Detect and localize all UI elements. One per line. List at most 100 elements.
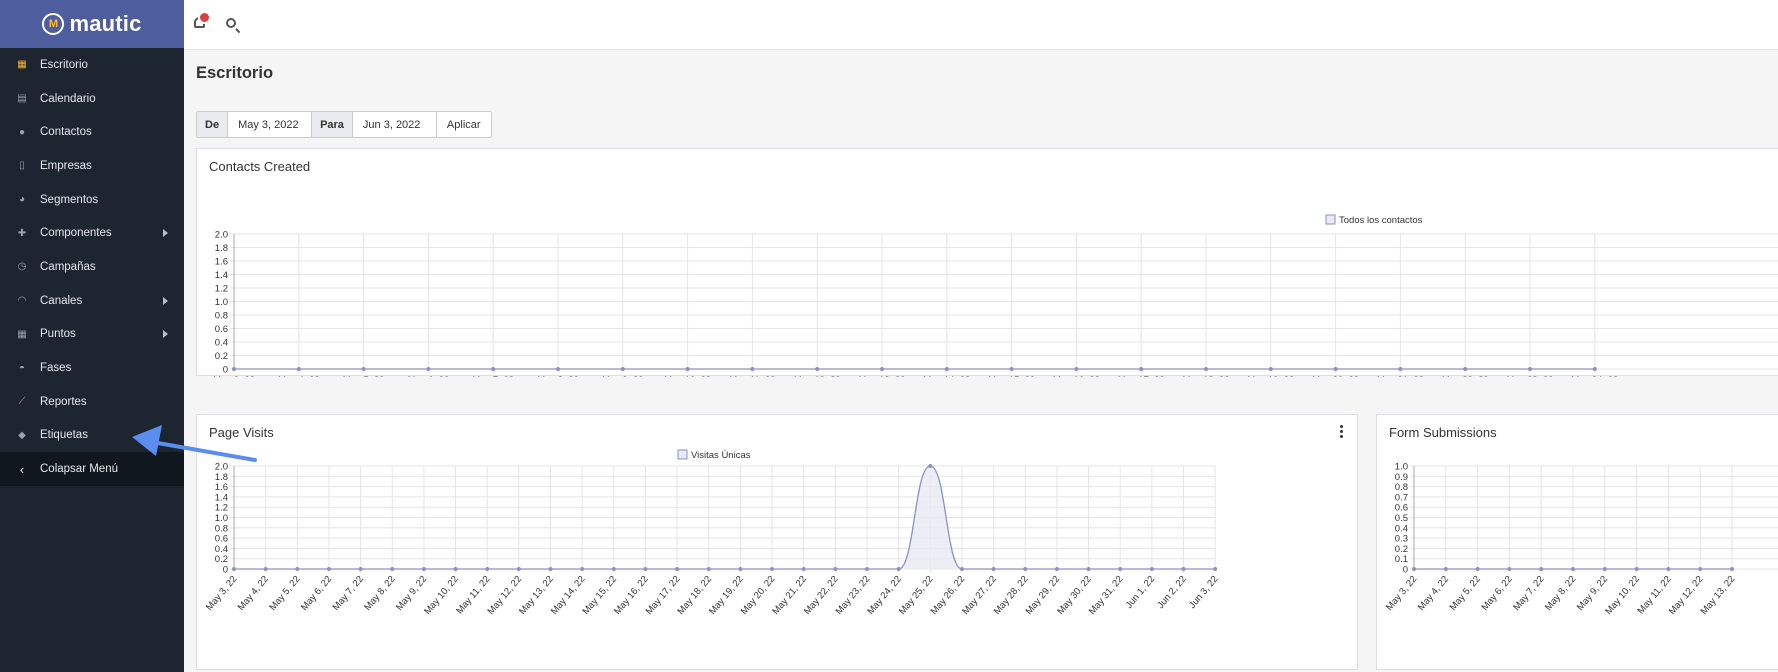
- sidebar-item-calendario[interactable]: ▤ Calendario: [0, 82, 184, 116]
- x-tick-label: May 3, 22: [204, 574, 239, 613]
- x-tick-label: May 17, 22: [1118, 375, 1165, 377]
- x-tick-label: May 5, 22: [343, 375, 385, 377]
- sidebar-item-componentes[interactable]: ✚ Componentes: [0, 216, 184, 250]
- y-tick-label: 0.6: [1395, 503, 1408, 514]
- data-point: [880, 367, 884, 371]
- apply-button[interactable]: Aplicar: [437, 112, 491, 137]
- data-point: [295, 567, 300, 571]
- x-tick-label: May 16, 22: [1053, 375, 1100, 377]
- y-tick-label: 0.8: [1395, 482, 1408, 493]
- x-tick-label: May 6, 22: [299, 574, 334, 613]
- y-tick-label: 2.0: [215, 230, 228, 241]
- x-tick-label: May 12, 22: [794, 375, 841, 377]
- y-tick-label: 0.2: [215, 554, 228, 565]
- contacts-created-chart: Todos los contactos 0 0.2 0.4 0.6 0.8 1.0 1.2 1.…: [213, 214, 1778, 377]
- y-tick-label: 0.9: [1395, 472, 1408, 483]
- data-point: [491, 367, 496, 371]
- sidebar-item-fases[interactable]: ◓ Fases: [0, 351, 184, 385]
- calculator-icon: ▦: [17, 328, 27, 340]
- date-to-input[interactable]: Jun 3, 2022: [353, 112, 437, 137]
- x-tick-label: May 3, 22: [213, 375, 255, 377]
- x-tick-label: May 23, 22: [1507, 375, 1554, 377]
- x-tick-label: May 8, 22: [1543, 574, 1578, 613]
- date-from-input[interactable]: May 3, 2022: [228, 112, 313, 137]
- y-tick-label: 0.4: [215, 544, 228, 555]
- notifications-button[interactable]: [194, 11, 211, 31]
- sidebar-item-reportes[interactable]: ⟋ Reportes: [0, 385, 184, 419]
- x-tick-label: May 7, 22: [331, 574, 366, 613]
- data-point: [896, 567, 901, 571]
- collapse-menu-button[interactable]: ‹ Colapsar Menú: [0, 452, 184, 486]
- y-tick-label: 0.6: [215, 324, 228, 335]
- data-point: [1602, 567, 1607, 571]
- calendar-icon: ▤: [17, 93, 27, 105]
- x-tick-label: May 13, 22: [859, 375, 906, 377]
- data-point: [1009, 367, 1014, 371]
- data-point: [485, 567, 490, 571]
- data-point: [232, 567, 236, 571]
- sidebar-item-etiquetas[interactable]: ◆ Etiquetas: [0, 419, 184, 453]
- y-tick-label: 1.0: [1395, 462, 1408, 473]
- data-point: [620, 367, 625, 371]
- x-tick-label: May 20, 22: [1312, 375, 1359, 377]
- sidebar-item-label: Segmentos: [40, 193, 99, 206]
- line-chart-icon: ⟋: [18, 396, 26, 408]
- x-tick-label: May 24, 22: [1571, 375, 1618, 377]
- x-tick-label: May 18, 22: [1183, 375, 1230, 377]
- data-point: [928, 464, 933, 468]
- tag-icon: ◆: [18, 429, 26, 441]
- data-point: [770, 567, 775, 571]
- sidebar-item-label: Etiquetas: [40, 429, 88, 442]
- data-point: [580, 567, 585, 571]
- sidebar-item-escritorio[interactable]: ▦ Escritorio: [0, 48, 184, 82]
- sidebar-item-puntos[interactable]: ▦ Puntos: [0, 318, 184, 352]
- data-point: [1054, 567, 1059, 571]
- x-tick-label: May 15, 22: [988, 375, 1035, 377]
- x-tick-label: May 8, 22: [537, 375, 579, 377]
- x-tick-label: Jun 3, 22: [1187, 574, 1221, 611]
- x-tick-label: May 4, 22: [236, 574, 271, 613]
- sidebar-item-campañas[interactable]: ◷ Campañas: [0, 250, 184, 284]
- data-point: [991, 567, 996, 571]
- data-point: [390, 567, 395, 571]
- data-point: [1398, 367, 1403, 371]
- data-point: [675, 567, 680, 571]
- sidebar-item-segmentos[interactable]: ◕ Segmentos: [0, 183, 184, 217]
- x-tick-label: May 7, 22: [472, 375, 514, 377]
- data-point: [1023, 567, 1028, 571]
- y-tick-label: 1.8: [215, 243, 228, 254]
- y-tick-label: 0.8: [215, 311, 228, 322]
- date-from-label: De: [197, 112, 229, 137]
- y-tick-label: 1.6: [215, 482, 228, 493]
- sidebar-item-canales[interactable]: ◠ Canales: [0, 284, 184, 318]
- y-tick-label: 0.2: [215, 351, 228, 362]
- data-point: [556, 367, 560, 371]
- y-tick-label: 0.5: [1395, 513, 1408, 524]
- form-submissions-widget: Form Submissions 0 0.1 0.2 0.3 0.4 0.5 0.6 0.7 0…: [1376, 414, 1778, 670]
- data-point: [1443, 567, 1448, 571]
- data-point: [1213, 567, 1218, 571]
- x-tick-label: May 6, 22: [408, 375, 450, 377]
- sidebar-item-contactos[interactable]: ● Contactos: [0, 115, 184, 149]
- x-tick-label: May 5, 22: [1448, 574, 1483, 613]
- page-visits-chart: Visitas Únicas 00.20.40.60.81.01.21.41.61…: [204, 449, 1221, 617]
- chevron-right-icon: [163, 229, 168, 238]
- data-point: [1666, 567, 1671, 571]
- y-tick-label: 0.8: [215, 523, 228, 534]
- y-tick-label: 0: [223, 565, 228, 576]
- y-tick-label: 0.7: [1395, 492, 1408, 503]
- data-point: [296, 367, 301, 371]
- sidebar-item-label: Fases: [40, 362, 72, 375]
- data-point: [1181, 567, 1186, 571]
- rss-icon: ◠: [17, 295, 27, 307]
- sidebar-item-empresas[interactable]: ▯ Empresas: [0, 149, 184, 183]
- data-point: [1571, 567, 1575, 571]
- sidebar-nav: ▦ Escritorio ▤ Calendario ● Contactos ▯ Empresa…: [0, 48, 184, 486]
- mautic-logo[interactable]: M mautic: [0, 0, 184, 48]
- search-icon[interactable]: [226, 18, 236, 28]
- data-point: [1528, 367, 1532, 371]
- x-tick-label: May 3, 22: [1384, 574, 1419, 613]
- data-point: [865, 567, 869, 571]
- data-point: [1634, 567, 1639, 571]
- sidebar-item-label: Reportes: [40, 395, 87, 408]
